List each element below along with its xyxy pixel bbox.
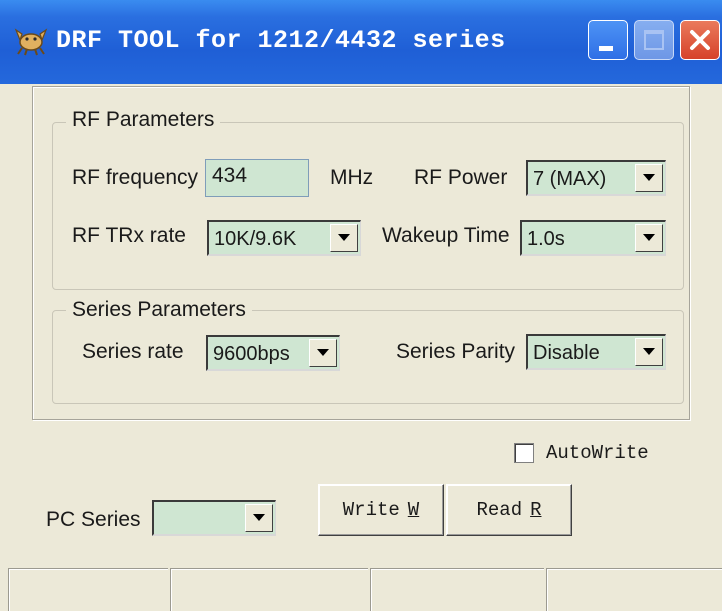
pc-series-label: PC Series <box>46 508 141 531</box>
chevron-down-icon <box>643 348 655 355</box>
chevron-down-icon <box>643 234 655 241</box>
chevron-down-icon <box>338 234 350 241</box>
close-button[interactable] <box>680 20 720 60</box>
chevron-down-icon <box>253 514 265 521</box>
series-parity-label: Series Parity <box>396 340 516 363</box>
write-button[interactable]: Write W <box>318 484 444 536</box>
series-parity-dropdown-button[interactable] <box>635 338 663 366</box>
crab-icon <box>14 28 48 56</box>
status-pane-2 <box>170 568 368 611</box>
chevron-down-icon <box>643 174 655 181</box>
rf-power-select[interactable]: 7 (MAX) <box>526 160 666 196</box>
status-pane-1 <box>8 568 168 611</box>
maximize-button[interactable] <box>634 20 674 60</box>
rf-parameters-group <box>52 122 684 290</box>
rf-trx-rate-select[interactable]: 10K/9.6K <box>207 220 361 256</box>
wakeup-time-select[interactable]: 1.0s <box>520 220 666 256</box>
rf-trx-rate-dropdown-button[interactable] <box>330 224 358 252</box>
read-button-shortcut: R <box>530 499 542 521</box>
rf-trx-rate-label: RF TRx rate <box>72 224 186 247</box>
write-button-shortcut: W <box>407 499 420 521</box>
app-window: DRF TOOL for 1212/4432 series RF Paramet… <box>0 0 722 611</box>
wakeup-time-dropdown-button[interactable] <box>635 224 663 252</box>
read-button[interactable]: Read R <box>446 484 572 536</box>
series-rate-dropdown-button[interactable] <box>309 339 337 367</box>
rf-power-label: RF Power <box>414 166 508 189</box>
series-parameters-legend: Series Parameters <box>66 298 252 322</box>
rf-parameters-legend: RF Parameters <box>66 108 221 132</box>
series-parity-value: Disable <box>533 342 600 364</box>
window-title: DRF TOOL for 1212/4432 series <box>56 26 506 55</box>
pc-series-dropdown-button[interactable] <box>245 504 273 532</box>
minimize-icon <box>599 46 613 51</box>
close-icon <box>690 30 710 50</box>
write-button-label: Write <box>342 499 400 521</box>
status-pane-3 <box>370 568 544 611</box>
wakeup-time-label: Wakeup Time <box>382 224 510 247</box>
wakeup-time-value: 1.0s <box>527 228 565 250</box>
minimize-button[interactable] <box>588 20 628 60</box>
rf-frequency-unit: MHz <box>330 166 374 189</box>
series-rate-label: Series rate <box>82 340 184 363</box>
rf-trx-rate-value: 10K/9.6K <box>214 228 297 250</box>
read-button-label: Read <box>476 499 523 521</box>
title-bar[interactable]: DRF TOOL for 1212/4432 series <box>0 0 722 84</box>
autowrite-label: AutoWrite <box>546 442 649 464</box>
rf-power-dropdown-button[interactable] <box>635 164 663 192</box>
rf-frequency-label: RF frequency <box>72 166 199 189</box>
pc-series-select[interactable] <box>152 500 276 536</box>
rf-power-value: 7 (MAX) <box>533 168 607 190</box>
series-rate-value: 9600bps <box>213 343 290 365</box>
rf-frequency-input[interactable]: 434 <box>205 159 309 197</box>
status-pane-4 <box>546 568 722 611</box>
series-rate-select[interactable]: 9600bps <box>206 335 340 371</box>
series-parity-select[interactable]: Disable <box>526 334 666 370</box>
autowrite-checkbox[interactable] <box>514 443 534 463</box>
maximize-icon <box>644 30 664 50</box>
chevron-down-icon <box>317 349 329 356</box>
